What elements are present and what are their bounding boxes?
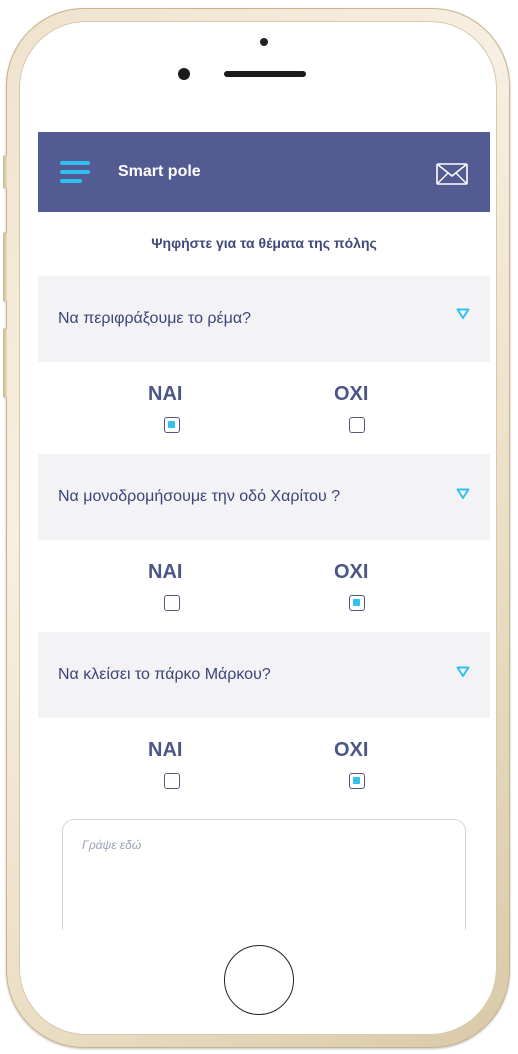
question-row[interactable]: Να μονοδρομήσουμε την οδό Χαρίτου ? (38, 454, 490, 540)
answer-row: ΝΑΙ ΟΧΙ (38, 540, 490, 632)
no-label: ΟΧΙ (334, 561, 369, 583)
question-text: Να περιφράξουμε το ρέμα? (58, 310, 252, 327)
question-text: Να μονοδρομήσουμε την οδό Χαρίτου ? (58, 488, 341, 505)
expand-triangle-icon[interactable] (456, 308, 470, 320)
yes-checkbox[interactable] (164, 773, 180, 789)
envelope-icon[interactable] (436, 163, 468, 185)
app-screen: Smart pole Ψηφήστε για τα θέματα της πόλ… (38, 132, 490, 930)
side-button-volume-down (3, 328, 7, 398)
comment-placeholder: Γράψε εδώ (82, 838, 142, 852)
hamburger-menu-icon[interactable] (60, 161, 92, 185)
side-button-volume-up (3, 232, 7, 302)
no-checkbox[interactable] (349, 773, 365, 789)
question-text: Να κλείσει το πάρκο Μάρκου? (58, 666, 271, 683)
front-camera (178, 68, 190, 80)
question-row[interactable]: Να περιφράξουμε το ρέμα? (38, 276, 490, 362)
app-header: Smart pole (38, 132, 490, 212)
no-checkbox[interactable] (349, 417, 365, 433)
question-row[interactable]: Να κλείσει το πάρκο Μάρκου? (38, 632, 490, 718)
yes-label: ΝΑΙ (148, 739, 183, 761)
side-button-silent (3, 155, 7, 189)
answer-row: ΝΑΙ ΟΧΙ (38, 718, 490, 810)
app-title: Smart pole (118, 163, 201, 180)
no-checkbox[interactable] (349, 595, 365, 611)
comment-textarea[interactable]: Γράψε εδώ (62, 819, 466, 930)
yes-checkbox[interactable] (164, 417, 180, 433)
expand-triangle-icon[interactable] (456, 488, 470, 500)
no-label: ΟΧΙ (334, 739, 369, 761)
no-label: ΟΧΙ (334, 383, 369, 405)
yes-label: ΝΑΙ (148, 561, 183, 583)
front-sensor-dot (260, 38, 268, 46)
earpiece-speaker (224, 71, 306, 77)
yes-checkbox[interactable] (164, 595, 180, 611)
expand-triangle-icon[interactable] (456, 666, 470, 678)
page-subtitle: Ψηφήστε για τα θέματα της πόλης (38, 212, 490, 276)
answer-row: ΝΑΙ ΟΧΙ (38, 362, 490, 454)
home-button[interactable] (224, 945, 294, 1015)
yes-label: ΝΑΙ (148, 383, 183, 405)
